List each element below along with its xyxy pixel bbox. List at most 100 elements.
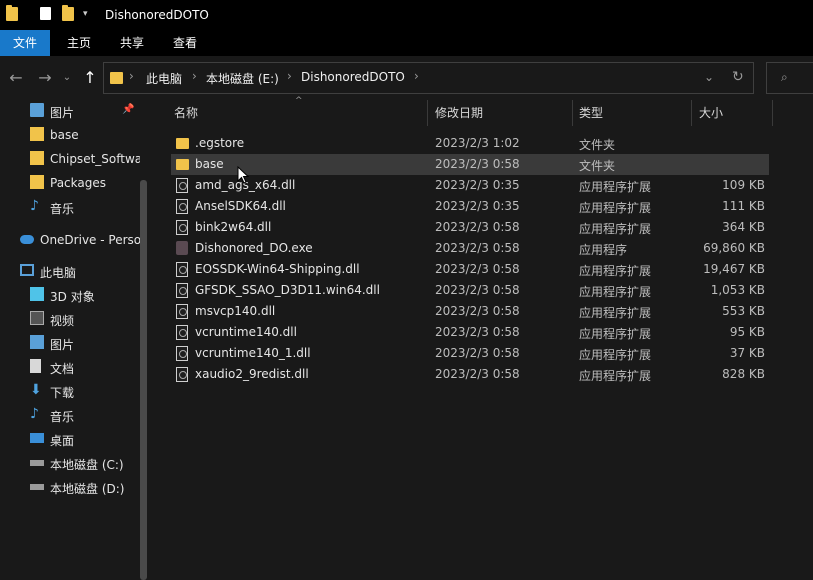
- dll-file-icon: [176, 220, 188, 235]
- sidebar-item-music[interactable]: ♪ 音乐: [0, 404, 140, 426]
- file-size: 37 KB: [729, 346, 765, 360]
- file-name: base: [195, 157, 224, 171]
- sidebar-item-drive-c[interactable]: 本地磁盘 (C:): [0, 452, 140, 474]
- dll-file-icon: [176, 199, 188, 214]
- sidebar-item-music-pinned[interactable]: ♪ 音乐: [0, 196, 140, 218]
- table-row[interactable]: Dishonored_DO.exe 2023/2/3 0:58 应用程序 69,860…: [171, 238, 769, 259]
- column-divider[interactable]: [572, 100, 573, 126]
- column-header-type[interactable]: 类型: [579, 100, 603, 126]
- new-folder-icon[interactable]: [62, 5, 74, 21]
- table-row[interactable]: GFSDK_SSAO_D3D11.win64.dll 2023/2/3 0:58 应…: [171, 280, 769, 301]
- file-name: GFSDK_SSAO_D3D11.win64.dll: [195, 283, 380, 297]
- folder-icon: [30, 127, 44, 141]
- address-bar[interactable]: › 此电脑 › 本地磁盘 (E:) › DishonoredDOTO › ⌄ ↻: [103, 62, 754, 94]
- table-row[interactable]: AnselSDK64.dll 2023/2/3 0:35 应用程序扩展 111 KB: [171, 196, 769, 217]
- forward-button[interactable]: →: [35, 68, 55, 88]
- file-name: xaudio2_9redist.dll: [195, 367, 309, 381]
- tab-home[interactable]: 主页: [58, 30, 100, 56]
- tab-file[interactable]: 文件: [0, 30, 50, 56]
- table-row[interactable]: bink2w64.dll 2023/2/3 0:58 应用程序扩展 364 KB: [171, 217, 769, 238]
- scrollbar[interactable]: [140, 180, 147, 580]
- file-name: bink2w64.dll: [195, 220, 272, 234]
- sidebar-item-drive-d[interactable]: 本地磁盘 (D:): [0, 476, 140, 498]
- file-type: 应用程序扩展: [579, 306, 652, 320]
- tab-view[interactable]: 查看: [164, 30, 206, 56]
- table-row[interactable]: base 2023/2/3 0:58 文件夹: [171, 154, 769, 175]
- table-row[interactable]: msvcp140.dll 2023/2/3 0:58 应用程序扩展 553 KB: [171, 301, 769, 322]
- table-row[interactable]: vcruntime140_1.dll 2023/2/3 0:58 应用程序扩展 37 …: [171, 343, 769, 364]
- sidebar-item-onedrive[interactable]: OneDrive - Personal: [0, 229, 140, 251]
- column-divider[interactable]: [691, 100, 692, 126]
- sidebar-item-videos[interactable]: 视频: [0, 308, 140, 330]
- sidebar-item-pictures[interactable]: 图片: [0, 332, 140, 354]
- file-type: 应用程序扩展: [579, 327, 652, 341]
- file-date: 2023/2/3 0:35: [435, 199, 520, 213]
- refresh-icon[interactable]: ↻: [732, 69, 744, 85]
- file-date: 2023/2/3 0:58: [435, 304, 520, 318]
- sidebar-item-base[interactable]: base: [0, 124, 140, 146]
- column-header-size[interactable]: 大小: [699, 100, 723, 126]
- sidebar-item-3d-objects[interactable]: 3D 对象: [0, 284, 140, 306]
- dll-file-icon: [176, 325, 188, 340]
- navigation-bar: ← → ⌄ ↑ › 此电脑 › 本地磁盘 (E:) › DishonoredDO…: [0, 56, 813, 100]
- folder-icon: [30, 175, 44, 189]
- recent-locations-button[interactable]: ⌄: [60, 68, 74, 88]
- breadcrumb-folder[interactable]: DishonoredDOTO: [301, 70, 405, 84]
- sidebar-item-downloads[interactable]: ⬇ 下载: [0, 380, 140, 402]
- breadcrumb-drive-e[interactable]: 本地磁盘 (E:): [206, 70, 279, 87]
- table-row[interactable]: amd_ags_x64.dll 2023/2/3 0:35 应用程序扩展 109 KB: [171, 175, 769, 196]
- sidebar-item-packages[interactable]: Packages: [0, 172, 140, 194]
- file-name: msvcp140.dll: [195, 304, 276, 318]
- file-date: 2023/2/3 0:58: [435, 157, 520, 171]
- file-type: 应用程序扩展: [579, 369, 652, 383]
- up-button[interactable]: ↑: [80, 68, 100, 88]
- mouse-cursor: [237, 166, 249, 184]
- column-divider[interactable]: [772, 100, 773, 126]
- properties-icon[interactable]: [40, 7, 51, 20]
- file-type: 应用程序: [579, 243, 628, 257]
- chevron-down-icon[interactable]: ⌄: [704, 70, 714, 84]
- pictures-icon: [30, 103, 44, 117]
- file-date: 2023/2/3 0:58: [435, 220, 520, 234]
- file-date: 2023/2/3 0:58: [435, 346, 520, 360]
- search-input[interactable]: ⌕: [766, 62, 813, 94]
- file-date: 2023/2/3 0:58: [435, 325, 520, 339]
- sidebar-item-desktop[interactable]: 桌面: [0, 428, 140, 450]
- file-date: 2023/2/3 0:35: [435, 178, 520, 192]
- desktop-icon: [30, 433, 44, 443]
- dll-file-icon: [176, 178, 188, 193]
- tab-share[interactable]: 共享: [111, 30, 153, 56]
- sidebar-item-this-pc[interactable]: 此电脑: [0, 260, 130, 282]
- column-header-date[interactable]: 修改日期: [435, 100, 483, 126]
- document-icon: [30, 359, 41, 373]
- back-button[interactable]: ←: [6, 68, 26, 88]
- table-row[interactable]: .egstore 2023/2/3 1:02 文件夹: [171, 133, 769, 154]
- file-size: 828 KB: [722, 367, 765, 381]
- table-row[interactable]: vcruntime140.dll 2023/2/3 0:58 应用程序扩展 95 KB: [171, 322, 769, 343]
- file-list: 名称 ^ 修改日期 类型 大小 .egstore 2023/2/3 1:02 文件夹…: [153, 96, 813, 498]
- chevron-right-icon: ›: [129, 69, 134, 83]
- chevron-right-icon: ›: [414, 69, 419, 83]
- cube-icon: [30, 287, 44, 301]
- file-date: 2023/2/3 0:58: [435, 367, 520, 381]
- cloud-icon: [20, 235, 34, 244]
- dll-file-icon: [176, 346, 188, 361]
- column-header-name[interactable]: 名称: [174, 100, 198, 126]
- breadcrumb-this-pc[interactable]: 此电脑: [146, 70, 182, 87]
- dll-file-icon: [176, 304, 188, 319]
- chevron-down-icon[interactable]: ▾: [83, 9, 93, 23]
- column-divider[interactable]: [427, 100, 428, 126]
- sidebar-item-documents[interactable]: 文档: [0, 356, 140, 378]
- folder-icon: [176, 159, 189, 170]
- file-size: 111 KB: [722, 199, 765, 213]
- file-name: .egstore: [195, 136, 245, 150]
- file-type: 应用程序扩展: [579, 222, 652, 236]
- table-row[interactable]: EOSSDK-Win64-Shipping.dll 2023/2/3 0:58 应用…: [171, 259, 769, 280]
- sidebar-item-pictures-pinned[interactable]: 图片 📌: [0, 100, 140, 122]
- sidebar-item-chipset[interactable]: Chipset_Software: [0, 148, 140, 170]
- table-row[interactable]: xaudio2_9redist.dll 2023/2/3 0:58 应用程序扩展 82…: [171, 364, 769, 385]
- file-size: 109 KB: [722, 178, 765, 192]
- folder-icon: [6, 5, 18, 21]
- file-date: 2023/2/3 0:58: [435, 283, 520, 297]
- music-icon: ♪: [30, 198, 39, 214]
